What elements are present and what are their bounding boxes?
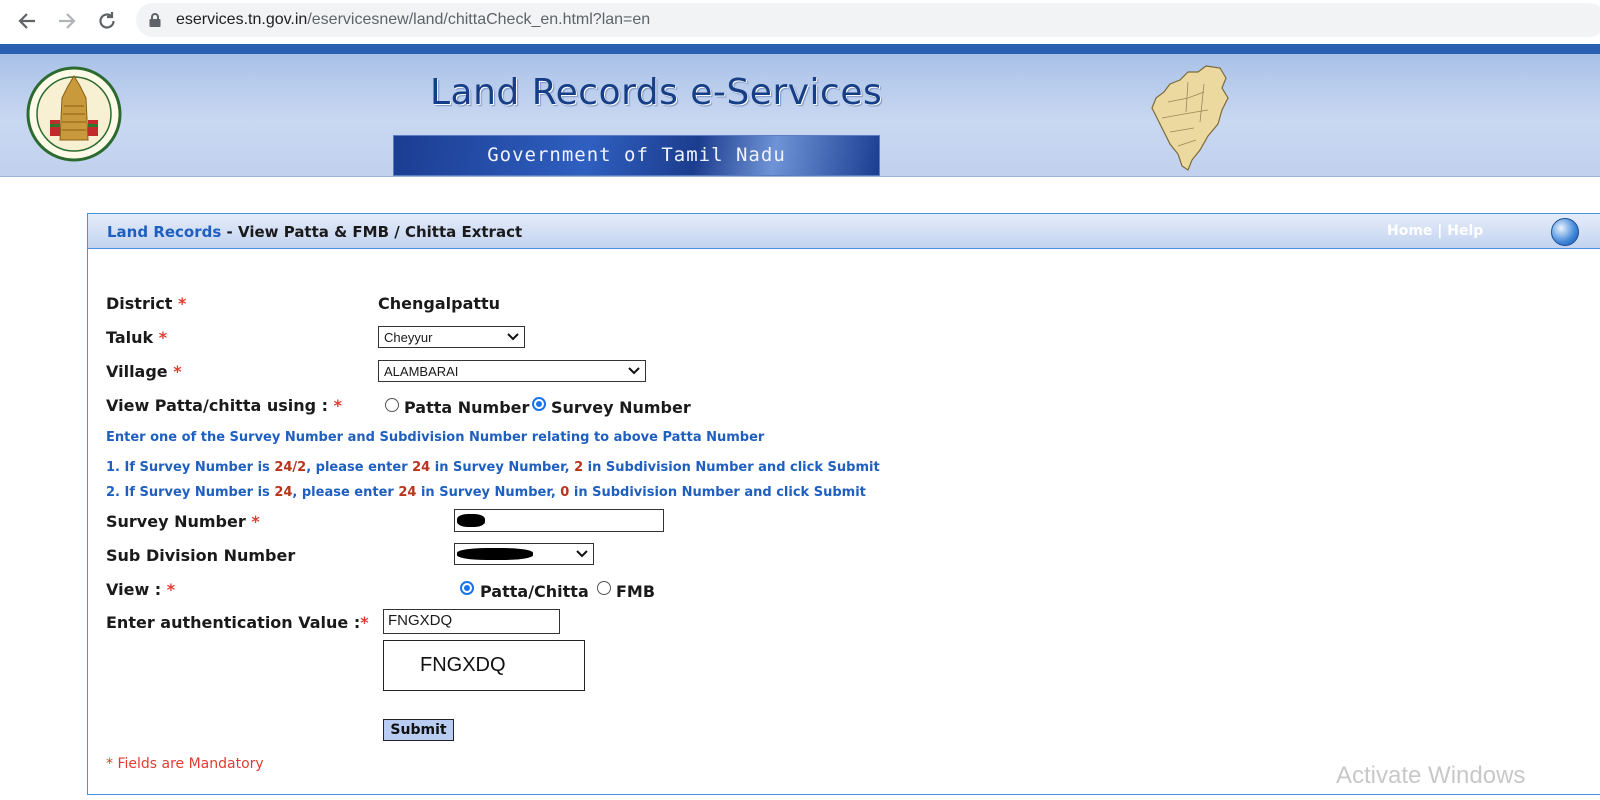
taluk-selected-value: Cheyyur bbox=[384, 330, 433, 345]
tamil-nadu-emblem-icon bbox=[26, 66, 122, 162]
submit-button[interactable]: Submit bbox=[383, 719, 454, 741]
auth-input-value: FNGXDQ bbox=[388, 612, 453, 629]
site-title: Land Records e-Services bbox=[430, 72, 883, 113]
patta-number-radio[interactable] bbox=[385, 398, 399, 412]
browser-toolbar: eservices.tn.gov.in/eservicesnew/land/ch… bbox=[0, 0, 1600, 42]
tamil-nadu-map-icon bbox=[1151, 65, 1229, 171]
district-value: Chengalpattu bbox=[378, 294, 501, 313]
url-text: eservices.tn.gov.in/eservicesnew/land/ch… bbox=[176, 11, 650, 29]
view-label: View : * bbox=[106, 580, 176, 599]
url-host: eservices.tn.gov.in bbox=[176, 11, 308, 28]
top-links: Home | Help bbox=[1387, 223, 1483, 239]
government-banner-text: Government of Tamil Nadu bbox=[487, 144, 786, 166]
village-selected-value: ALAMBARAI bbox=[384, 364, 459, 379]
survey-number-input[interactable] bbox=[454, 509, 664, 532]
government-banner: Government of Tamil Nadu bbox=[393, 135, 880, 176]
lock-icon bbox=[149, 13, 161, 27]
instruction-heading: Enter one of the Survey Number and Subdi… bbox=[106, 430, 765, 445]
required-marker: * bbox=[251, 512, 260, 531]
captcha-text: FNGXDQ bbox=[420, 654, 506, 676]
survey-number-radio[interactable] bbox=[532, 397, 546, 411]
survey-number-option-label[interactable]: Survey Number bbox=[551, 398, 691, 417]
district-label: District * bbox=[106, 294, 187, 313]
site-header: Land Records e-Services Government of Ta… bbox=[0, 54, 1600, 177]
taluk-label: Taluk * bbox=[106, 328, 168, 347]
forward-button[interactable] bbox=[52, 6, 82, 36]
link-separator: | bbox=[1437, 223, 1443, 239]
village-select[interactable]: ALAMBARAI bbox=[378, 360, 646, 382]
required-marker: * bbox=[173, 362, 182, 381]
address-bar[interactable]: eservices.tn.gov.in/eservicesnew/land/ch… bbox=[136, 3, 1600, 37]
required-marker: * bbox=[333, 396, 343, 415]
breadcrumb-land-records-link[interactable]: Land Records bbox=[107, 223, 221, 241]
patta-chitta-option-label[interactable]: Patta/Chitta bbox=[480, 582, 589, 601]
chevron-down-icon bbox=[576, 550, 588, 558]
back-button[interactable] bbox=[12, 6, 42, 36]
auth-label: Enter authentication Value :* bbox=[106, 613, 369, 632]
captcha-image: FNGXDQ bbox=[383, 640, 585, 691]
sub-division-label: Sub Division Number bbox=[106, 546, 296, 565]
chevron-down-icon bbox=[628, 367, 640, 375]
reload-icon bbox=[99, 12, 115, 29]
panel-title-bar: Land Records - View Patta & FMB / Chitta… bbox=[88, 214, 1600, 249]
home-link[interactable]: Home bbox=[1387, 223, 1432, 239]
taluk-select[interactable]: Cheyyur bbox=[378, 326, 525, 348]
help-link[interactable]: Help bbox=[1447, 223, 1483, 239]
globe-icon[interactable] bbox=[1551, 218, 1579, 246]
required-marker: * bbox=[166, 580, 176, 599]
reload-button[interactable] bbox=[92, 6, 122, 36]
auth-input[interactable]: FNGXDQ bbox=[383, 609, 560, 634]
required-marker: * bbox=[158, 328, 168, 347]
back-arrow-icon bbox=[18, 13, 35, 29]
mandatory-note: * Fields are Mandatory bbox=[106, 756, 264, 772]
forward-arrow-icon bbox=[59, 13, 76, 29]
required-marker: * bbox=[360, 613, 369, 632]
fmb-radio[interactable] bbox=[597, 581, 611, 595]
redacted-value bbox=[457, 548, 533, 560]
view-using-label: View Patta/chitta using : * bbox=[106, 396, 343, 415]
url-path: /eservicesnew/land/chittaCheck_en.html?l… bbox=[307, 11, 651, 28]
instruction-example-2: 2. If Survey Number is 24, please enter … bbox=[106, 485, 866, 500]
activate-windows-watermark: Activate Windows bbox=[1336, 762, 1526, 789]
redacted-value bbox=[457, 514, 485, 527]
breadcrumb-page-title: - View Patta & FMB / Chitta Extract bbox=[221, 223, 523, 241]
top-strip bbox=[0, 44, 1600, 54]
instruction-example-1: 1. If Survey Number is 24/2, please ente… bbox=[106, 460, 880, 475]
patta-chitta-radio[interactable] bbox=[460, 581, 474, 595]
survey-number-label: Survey Number * bbox=[106, 512, 260, 531]
patta-number-option-label[interactable]: Patta Number bbox=[404, 398, 529, 417]
content-panel: Land Records - View Patta & FMB / Chitta… bbox=[87, 213, 1600, 795]
fmb-option-label[interactable]: FMB bbox=[616, 582, 655, 601]
breadcrumb: Land Records - View Patta & FMB / Chitta… bbox=[107, 223, 522, 241]
required-marker: * bbox=[178, 294, 187, 313]
chevron-down-icon bbox=[507, 333, 519, 341]
village-label: Village * bbox=[106, 362, 182, 381]
sub-division-select[interactable] bbox=[454, 543, 594, 565]
